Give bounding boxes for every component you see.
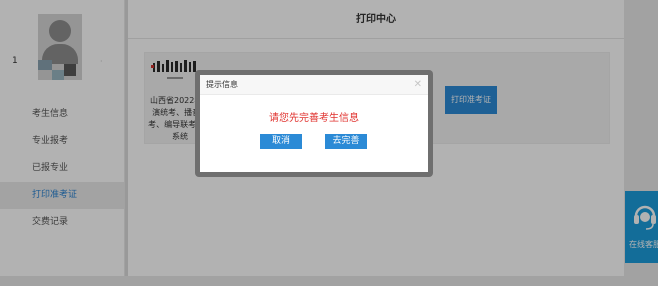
alert-dialog: 提示信息 ✕ 请您先完善考生信息 取消 去完善: [200, 75, 428, 172]
close-icon[interactable]: ✕: [414, 75, 422, 95]
dialog-message: 请您先完善考生信息: [269, 113, 359, 124]
page: 1 · 考生信息 专业报考 已报专业 打印准考证 交费记录 打印中心 山西省20…: [0, 0, 658, 286]
dialog-header: 提示信息 ✕: [200, 75, 428, 95]
complete-info-button[interactable]: 去完善: [325, 134, 367, 149]
dialog-title: 提示信息: [206, 80, 238, 89]
cancel-button[interactable]: 取消: [260, 134, 302, 149]
